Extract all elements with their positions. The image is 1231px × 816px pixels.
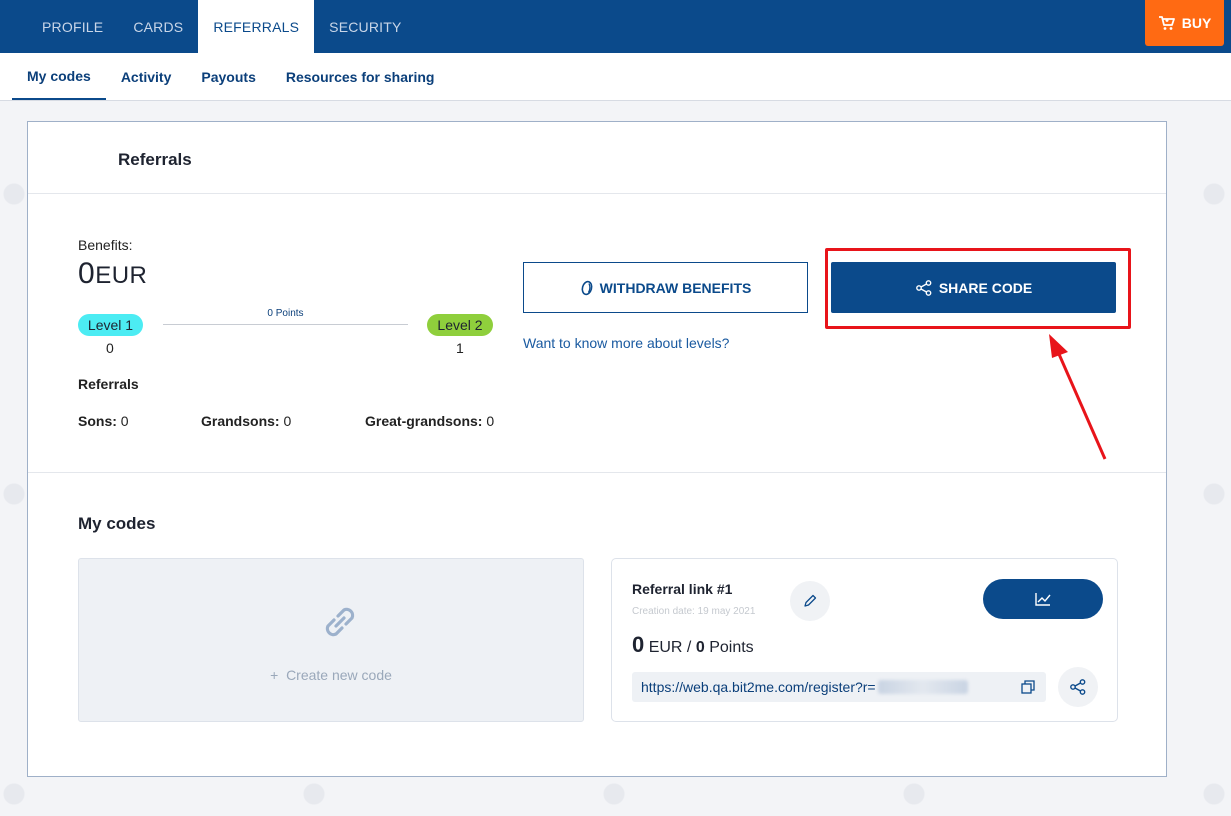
levels-info-link[interactable]: Want to know more about levels? [523, 335, 729, 351]
grandsons-stat: Grandsons: 0 [201, 413, 291, 429]
referral-code-card: Referral link #1 Creation date: 19 may 2… [611, 558, 1118, 722]
plus-icon: + [270, 667, 279, 683]
subtab-payouts[interactable]: Payouts [186, 53, 270, 100]
great-grandsons-value: 0 [486, 413, 495, 429]
subtab-activity[interactable]: Activity [106, 53, 187, 100]
share-code-label: SHARE CODE [938, 279, 1033, 296]
buy-button[interactable]: BUY [1145, 0, 1224, 46]
sons-stat: Sons: 0 [78, 413, 129, 429]
level-next-badge: Level 2 [427, 314, 493, 336]
code-creation-date: Creation date: 19 may 2021 [632, 606, 756, 617]
code-stats-button[interactable] [983, 579, 1103, 619]
create-code-label: + Create new code [79, 667, 583, 683]
share-code-button[interactable]: SHARE CODE [831, 262, 1116, 313]
code-points-unit: Points [709, 639, 754, 656]
grandsons-value: 0 [283, 413, 292, 429]
referrals-panel: Referrals Benefits: 0EUR Level 1 0 0 Poi… [27, 121, 1167, 777]
share-link-button[interactable] [1058, 667, 1098, 707]
edit-code-button[interactable] [790, 581, 830, 621]
great-grandsons-stat: Great-grandsons: 0 [365, 413, 494, 429]
referral-url-field[interactable]: https://web.qa.bit2me.com/register?r= [632, 672, 1046, 702]
points-label: 0 Points [267, 308, 304, 319]
share-icon [1070, 679, 1086, 695]
points-progress-line [163, 324, 408, 325]
tab-referrals[interactable]: REFERRALS [198, 0, 315, 53]
withdraw-label: WITHDRAW BENEFITS [599, 279, 752, 296]
code-amount-value: 0 [632, 632, 645, 657]
referral-url-text: https://web.qa.bit2me.com/register?r= [641, 679, 876, 695]
withdraw-benefits-button[interactable]: WITHDRAW BENEFITS [523, 262, 808, 313]
chart-line-icon [1035, 593, 1051, 606]
divider [28, 193, 1166, 194]
sub-navigation: My codes Activity Payouts Resources for … [0, 53, 1231, 101]
grandsons-label: Grandsons: [201, 413, 280, 429]
link-icon [325, 607, 355, 637]
sons-value: 0 [120, 413, 129, 429]
share-icon [915, 279, 932, 296]
copy-icon [1021, 680, 1035, 694]
my-codes-heading: My codes [78, 514, 156, 533]
benefits-value: 0EUR [78, 257, 147, 291]
buy-label: BUY [1181, 15, 1212, 31]
cart-icon [1158, 16, 1175, 30]
copy-url-button[interactable] [1016, 675, 1040, 699]
create-code-card[interactable]: + Create new code [78, 558, 584, 722]
code-amount-unit: EUR / [648, 639, 692, 656]
benefits-currency: EUR [95, 262, 148, 289]
subtab-my-codes[interactable]: My codes [12, 53, 106, 100]
benefits-amount: 0 [78, 257, 96, 290]
code-points-value: 0 [695, 639, 705, 656]
level-current-value: 0 [106, 340, 114, 356]
sons-label: Sons: [78, 413, 117, 429]
tab-security[interactable]: SECURITY [314, 0, 416, 53]
pencil-icon [804, 594, 817, 607]
code-earnings: 0 EUR / 0 Points [632, 632, 754, 658]
coin-icon [581, 280, 593, 295]
top-navigation: PROFILE CARDS REFERRALS SECURITY BUY [0, 0, 1231, 53]
referrals-heading: Referrals [78, 376, 139, 392]
level-current-badge: Level 1 [78, 314, 143, 336]
subtab-resources[interactable]: Resources for sharing [271, 53, 450, 100]
level-next-value: 1 [456, 340, 464, 356]
code-title: Referral link #1 [632, 581, 733, 597]
great-grandsons-label: Great-grandsons: [365, 413, 483, 429]
redacted-code [877, 680, 968, 694]
benefits-label: Benefits: [78, 237, 133, 253]
panel-title: Referrals [118, 150, 192, 169]
tab-profile[interactable]: PROFILE [0, 0, 118, 53]
tab-cards[interactable]: CARDS [118, 0, 198, 53]
divider [28, 472, 1166, 473]
create-code-text: Create new code [286, 667, 392, 683]
